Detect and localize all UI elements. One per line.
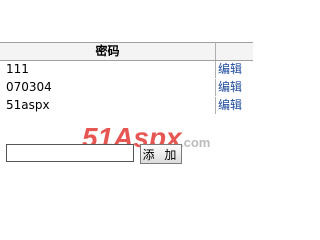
edit-link[interactable]: 编辑 <box>215 96 253 115</box>
column-header-action <box>215 42 253 61</box>
add-button[interactable]: 添 加 <box>140 144 182 164</box>
table-row: 111 编辑 <box>0 60 253 79</box>
password-cell: 070304 <box>0 78 216 97</box>
password-grid: 密码 111 编辑 070304 编辑 51aspx 编辑 <box>0 42 253 115</box>
edit-link[interactable]: 编辑 <box>215 78 253 97</box>
watermark-suffix-text: .com <box>180 135 210 150</box>
table-row: 070304 编辑 <box>0 78 253 97</box>
edit-link[interactable]: 编辑 <box>215 60 253 79</box>
column-header-password: 密码 <box>0 42 216 61</box>
grid-header-row: 密码 <box>0 42 253 61</box>
new-password-input[interactable] <box>6 144 134 162</box>
password-cell: 51aspx <box>0 96 216 115</box>
table-row: 51aspx 编辑 <box>0 96 253 115</box>
password-cell: 111 <box>0 60 216 79</box>
